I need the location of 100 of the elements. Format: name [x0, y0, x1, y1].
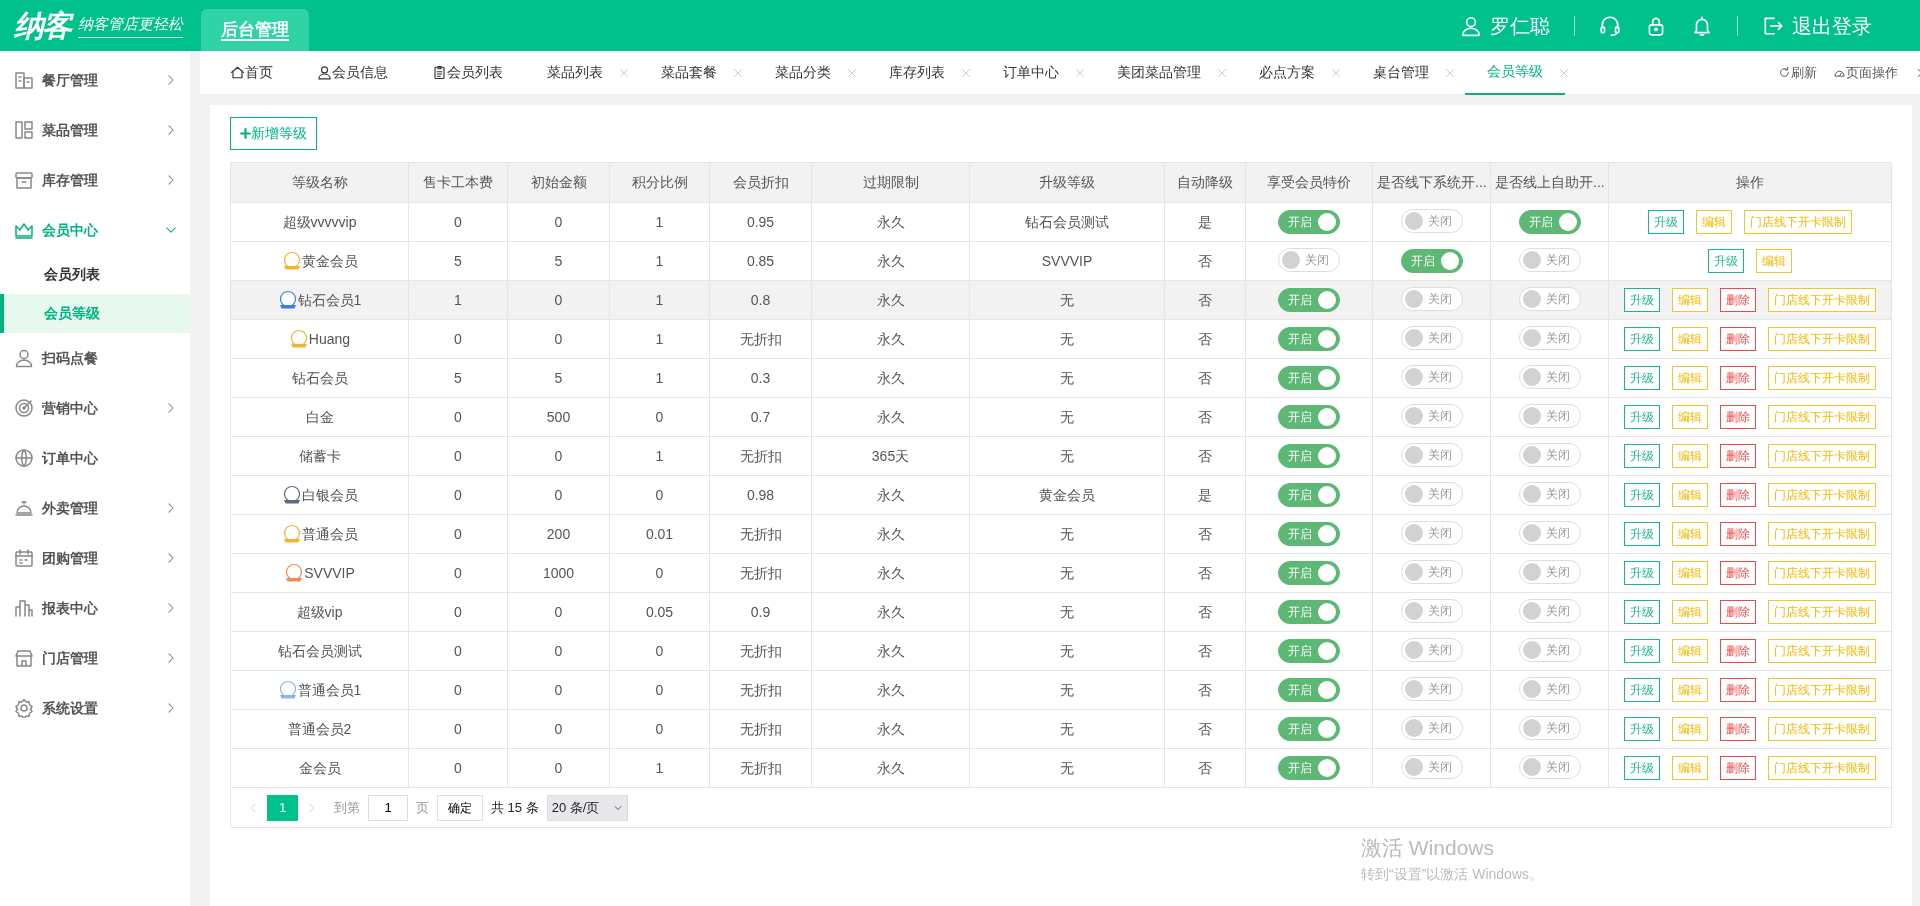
card-limit-button[interactable]: 门店线下开卡限制: [1768, 522, 1876, 546]
sidebar-item[interactable]: 门店管理: [0, 633, 190, 683]
upgrade-button[interactable]: 升级: [1624, 600, 1660, 624]
edit-button[interactable]: 编辑: [1696, 210, 1732, 234]
edit-button[interactable]: 编辑: [1672, 522, 1708, 546]
card-limit-button[interactable]: 门店线下开卡限制: [1768, 561, 1876, 585]
nav-tab[interactable]: 后台管理: [201, 9, 309, 51]
edit-button[interactable]: 编辑: [1672, 756, 1708, 780]
toggle-switch[interactable]: 开启: [1278, 756, 1340, 780]
sidebar-subitem[interactable]: 会员列表: [0, 255, 190, 294]
delete-button[interactable]: 删除: [1720, 288, 1756, 312]
upgrade-button[interactable]: 升级: [1624, 561, 1660, 585]
page-input[interactable]: 1: [368, 794, 408, 821]
toggle-switch[interactable]: 关闭: [1518, 325, 1581, 350]
toggle-switch[interactable]: 关闭: [1518, 715, 1581, 740]
sidebar-item[interactable]: 菜品管理: [0, 105, 190, 155]
delete-button[interactable]: 删除: [1720, 522, 1756, 546]
edit-button[interactable]: 编辑: [1672, 405, 1708, 429]
sidebar-item[interactable]: 订单中心: [0, 433, 190, 483]
toggle-switch[interactable]: 关闭: [1518, 559, 1581, 584]
toggle-switch[interactable]: 关闭: [1278, 247, 1340, 272]
card-limit-button[interactable]: 门店线下开卡限制: [1768, 288, 1876, 312]
toggle-switch[interactable]: 关闭: [1400, 481, 1463, 506]
toggle-switch[interactable]: 关闭: [1518, 403, 1581, 428]
tab[interactable]: 必点方案: [1237, 50, 1337, 95]
toggle-switch[interactable]: 开启: [1278, 522, 1340, 546]
toggle-switch[interactable]: 关闭: [1400, 715, 1463, 740]
toggle-switch[interactable]: 关闭: [1400, 676, 1463, 701]
delete-button[interactable]: 删除: [1720, 561, 1756, 585]
toolbar-link[interactable]: 页面操作: [1846, 62, 1898, 83]
sidebar-item[interactable]: 库存管理: [0, 155, 190, 205]
toggle-switch[interactable]: 关闭: [1400, 325, 1463, 350]
card-limit-button[interactable]: 门店线下开卡限制: [1768, 444, 1876, 468]
card-limit-button[interactable]: 门店线下开卡限制: [1744, 210, 1852, 234]
delete-button[interactable]: 删除: [1720, 678, 1756, 702]
sidebar-item[interactable]: 系统设置: [0, 683, 190, 733]
upgrade-button[interactable]: 升级: [1624, 366, 1660, 390]
close-icon[interactable]: [961, 67, 971, 78]
toggle-switch[interactable]: 关闭: [1518, 754, 1581, 779]
sidebar-item[interactable]: 营销中心: [0, 383, 190, 433]
edit-button[interactable]: 编辑: [1672, 639, 1708, 663]
edit-button[interactable]: 编辑: [1672, 561, 1708, 585]
toggle-switch[interactable]: 关闭: [1518, 364, 1581, 389]
sidebar-item[interactable]: 会员中心: [0, 205, 190, 255]
delete-button[interactable]: 删除: [1720, 327, 1756, 351]
card-limit-button[interactable]: 门店线下开卡限制: [1768, 600, 1876, 624]
edit-button[interactable]: 编辑: [1672, 678, 1708, 702]
logout-link[interactable]: 退出登录: [1792, 10, 1872, 41]
card-limit-button[interactable]: 门店线下开卡限制: [1768, 405, 1876, 429]
toggle-switch[interactable]: 开启: [1400, 249, 1463, 273]
toggle-switch[interactable]: 关闭: [1518, 598, 1581, 623]
edit-button[interactable]: 编辑: [1672, 483, 1708, 507]
toggle-switch[interactable]: 关闭: [1400, 442, 1463, 467]
toggle-switch[interactable]: 开启: [1278, 366, 1340, 390]
toggle-switch[interactable]: 关闭: [1400, 637, 1463, 662]
delete-button[interactable]: 删除: [1720, 444, 1756, 468]
tab[interactable]: 美团菜品管理: [1095, 50, 1223, 95]
upgrade-button[interactable]: 升级: [1624, 639, 1660, 663]
delete-button[interactable]: 删除: [1720, 639, 1756, 663]
tab[interactable]: 会员信息: [295, 50, 410, 95]
toggle-switch[interactable]: 关闭: [1518, 286, 1581, 311]
sidebar-item[interactable]: 团购管理: [0, 533, 190, 583]
tab[interactable]: 库存列表: [867, 50, 967, 95]
tab[interactable]: 菜品列表: [525, 50, 625, 95]
upgrade-button[interactable]: 升级: [1624, 444, 1660, 468]
close-icon[interactable]: [1559, 67, 1569, 78]
toggle-switch[interactable]: 开启: [1518, 210, 1581, 234]
edit-button[interactable]: 编辑: [1756, 249, 1792, 273]
sidebar-item[interactable]: 外卖管理: [0, 483, 190, 533]
edit-button[interactable]: 编辑: [1672, 600, 1708, 624]
upgrade-button[interactable]: 升级: [1624, 678, 1660, 702]
card-limit-button[interactable]: 门店线下开卡限制: [1768, 717, 1876, 741]
add-level-button[interactable]: 新增等级: [230, 117, 317, 150]
page-button[interactable]: 1: [267, 794, 298, 821]
card-limit-button[interactable]: 门店线下开卡限制: [1768, 366, 1876, 390]
card-limit-button[interactable]: 门店线下开卡限制: [1768, 678, 1876, 702]
toggle-switch[interactable]: 开启: [1278, 483, 1340, 507]
delete-button[interactable]: 删除: [1720, 600, 1756, 624]
toggle-switch[interactable]: 开启: [1278, 327, 1340, 351]
upgrade-button[interactable]: 升级: [1624, 483, 1660, 507]
toggle-switch[interactable]: 关闭: [1518, 520, 1581, 545]
close-icon[interactable]: [733, 67, 743, 78]
close-icon[interactable]: [847, 67, 857, 78]
edit-button[interactable]: 编辑: [1672, 444, 1708, 468]
toggle-switch[interactable]: 关闭: [1518, 676, 1581, 701]
tab[interactable]: 会员列表: [410, 50, 525, 95]
sidebar-item[interactable]: 报表中心: [0, 583, 190, 633]
toggle-switch[interactable]: 关闭: [1518, 247, 1581, 272]
toggle-switch[interactable]: 关闭: [1400, 208, 1463, 233]
close-icon[interactable]: [1331, 67, 1341, 78]
close-icon[interactable]: [619, 67, 629, 78]
edit-button[interactable]: 编辑: [1672, 288, 1708, 312]
tab[interactable]: 订单中心: [981, 50, 1081, 95]
toggle-switch[interactable]: 开启: [1278, 444, 1340, 468]
toggle-switch[interactable]: 关闭: [1400, 754, 1463, 779]
card-limit-button[interactable]: 门店线下开卡限制: [1768, 483, 1876, 507]
upgrade-button[interactable]: 升级: [1708, 249, 1744, 273]
toggle-switch[interactable]: 关闭: [1518, 481, 1581, 506]
toggle-switch[interactable]: 关闭: [1400, 559, 1463, 584]
tab[interactable]: 菜品分类: [753, 50, 853, 95]
